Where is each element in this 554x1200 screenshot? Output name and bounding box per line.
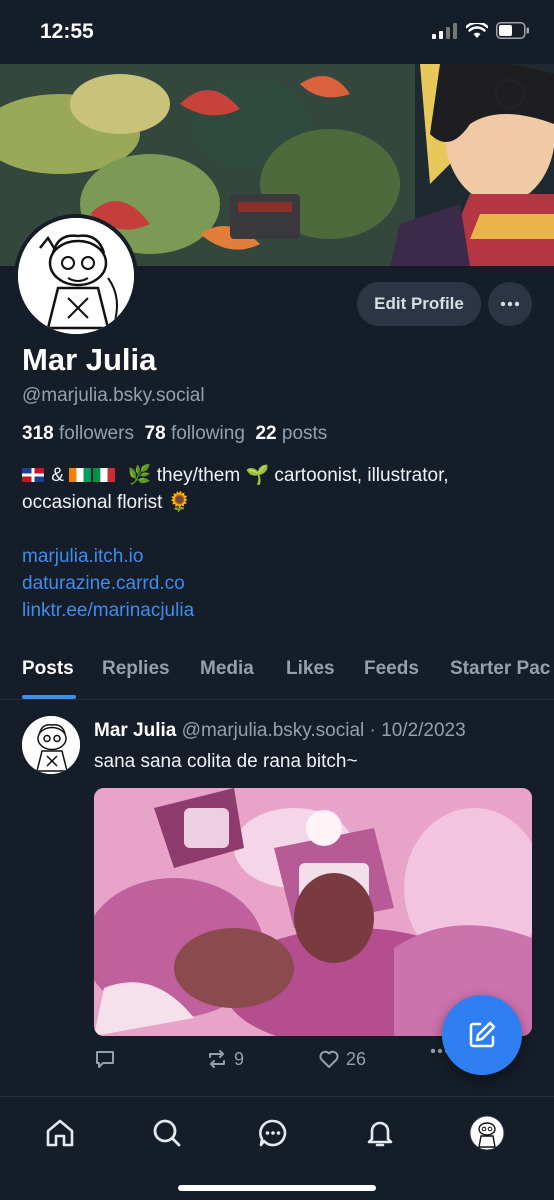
reply-button[interactable] [94,1048,116,1070]
repost-button[interactable]: 9 [206,1048,244,1070]
link-itch[interactable]: marjulia.itch.io [22,543,194,570]
herb-emoji-icon: 🌿 [127,465,152,486]
profile-avatar[interactable] [14,214,138,338]
profile-more-button[interactable] [488,282,532,326]
nav-home[interactable] [40,1113,80,1153]
repost-icon [209,1050,225,1068]
followers-stat[interactable]: 318 followers [22,423,134,444]
status-bar: 12:55 [0,0,554,64]
bio-line2-text: occasional florist 🌻 [22,492,192,513]
active-tab-indicator [22,695,76,699]
nav-search[interactable] [147,1113,187,1153]
like-count: 26 [346,1048,367,1069]
heart-icon [319,1050,339,1068]
following-stat[interactable]: 78 following [145,423,245,444]
post-separator: · [369,720,376,741]
post-avatar-illustration [22,716,80,774]
compose-button[interactable] [442,995,522,1075]
ellipsis-icon [500,301,520,307]
italy-flag-icon [93,468,116,482]
link-carrd[interactable]: daturazine.carrd.co [22,570,194,597]
bio-ampersand: & [51,465,64,486]
nav-chat[interactable] [253,1113,293,1153]
bell-icon [367,1121,393,1147]
status-icons [432,22,530,39]
profile-links: marjulia.itch.io daturazine.carrd.co lin… [22,543,194,624]
home-icon [46,1119,74,1147]
edit-profile-button[interactable]: Edit Profile [357,282,481,326]
bio-line1-text: they/them 🌱 cartoonist, illustrator, [156,465,449,486]
following-label: following [170,423,245,444]
tab-replies[interactable]: Replies [102,658,170,680]
dominican-flag-icon [22,468,44,482]
post-author-name[interactable]: Mar Julia [94,720,176,741]
signal-icon [432,22,457,39]
post-text: sana sana colita de rana bitch~ [94,751,358,772]
followers-count: 318 [22,423,54,444]
followers-label: followers [58,423,134,444]
link-linktree[interactable]: linktr.ee/marinacjulia [22,597,194,624]
tab-posts[interactable]: Posts [22,658,74,680]
ivory-coast-flag-icon [69,468,92,482]
tab-starter-packs[interactable]: Starter Pac [450,658,550,680]
nav-notifications[interactable] [360,1113,400,1153]
tab-media[interactable]: Media [200,658,254,680]
following-count: 78 [144,423,166,444]
reply-bubble-icon [96,1051,114,1068]
post-author-avatar[interactable] [22,716,80,774]
status-time: 12:55 [40,20,94,43]
search-icon [153,1119,181,1147]
profile-handle: @marjulia.bsky.social [22,385,205,406]
display-name: Mar Julia [22,342,157,377]
posts-count: 22 [255,423,277,444]
post-header: Mar Julia @marjulia.bsky.social · 10/2/2… [94,720,466,742]
compose-pencil-icon [469,1021,496,1048]
profile-bio: & 🌿 they/them 🌱 cartoonist, illustrator,… [22,462,532,516]
chat-icon [259,1119,287,1147]
repost-count: 9 [234,1048,245,1069]
battery-icon [496,22,529,39]
like-button[interactable]: 26 [318,1048,366,1070]
profile-avatar [469,1115,505,1151]
home-indicator [178,1185,376,1191]
nav-profile[interactable] [467,1113,507,1153]
tab-likes[interactable]: Likes [286,658,335,680]
post-date[interactable]: 10/2/2023 [381,720,466,741]
posts-stat: 22 posts [255,423,327,444]
posts-label: posts [281,423,328,444]
wifi-icon [466,22,488,38]
post-author-handle[interactable]: @marjulia.bsky.social [182,720,365,741]
tab-feeds[interactable]: Feeds [364,658,419,680]
profile-stats: 318 followers 78 following 22 posts [22,423,327,445]
avatar-illustration [18,218,134,334]
profile-tabs: Posts Replies Media Likes Feeds Starter … [0,650,554,700]
